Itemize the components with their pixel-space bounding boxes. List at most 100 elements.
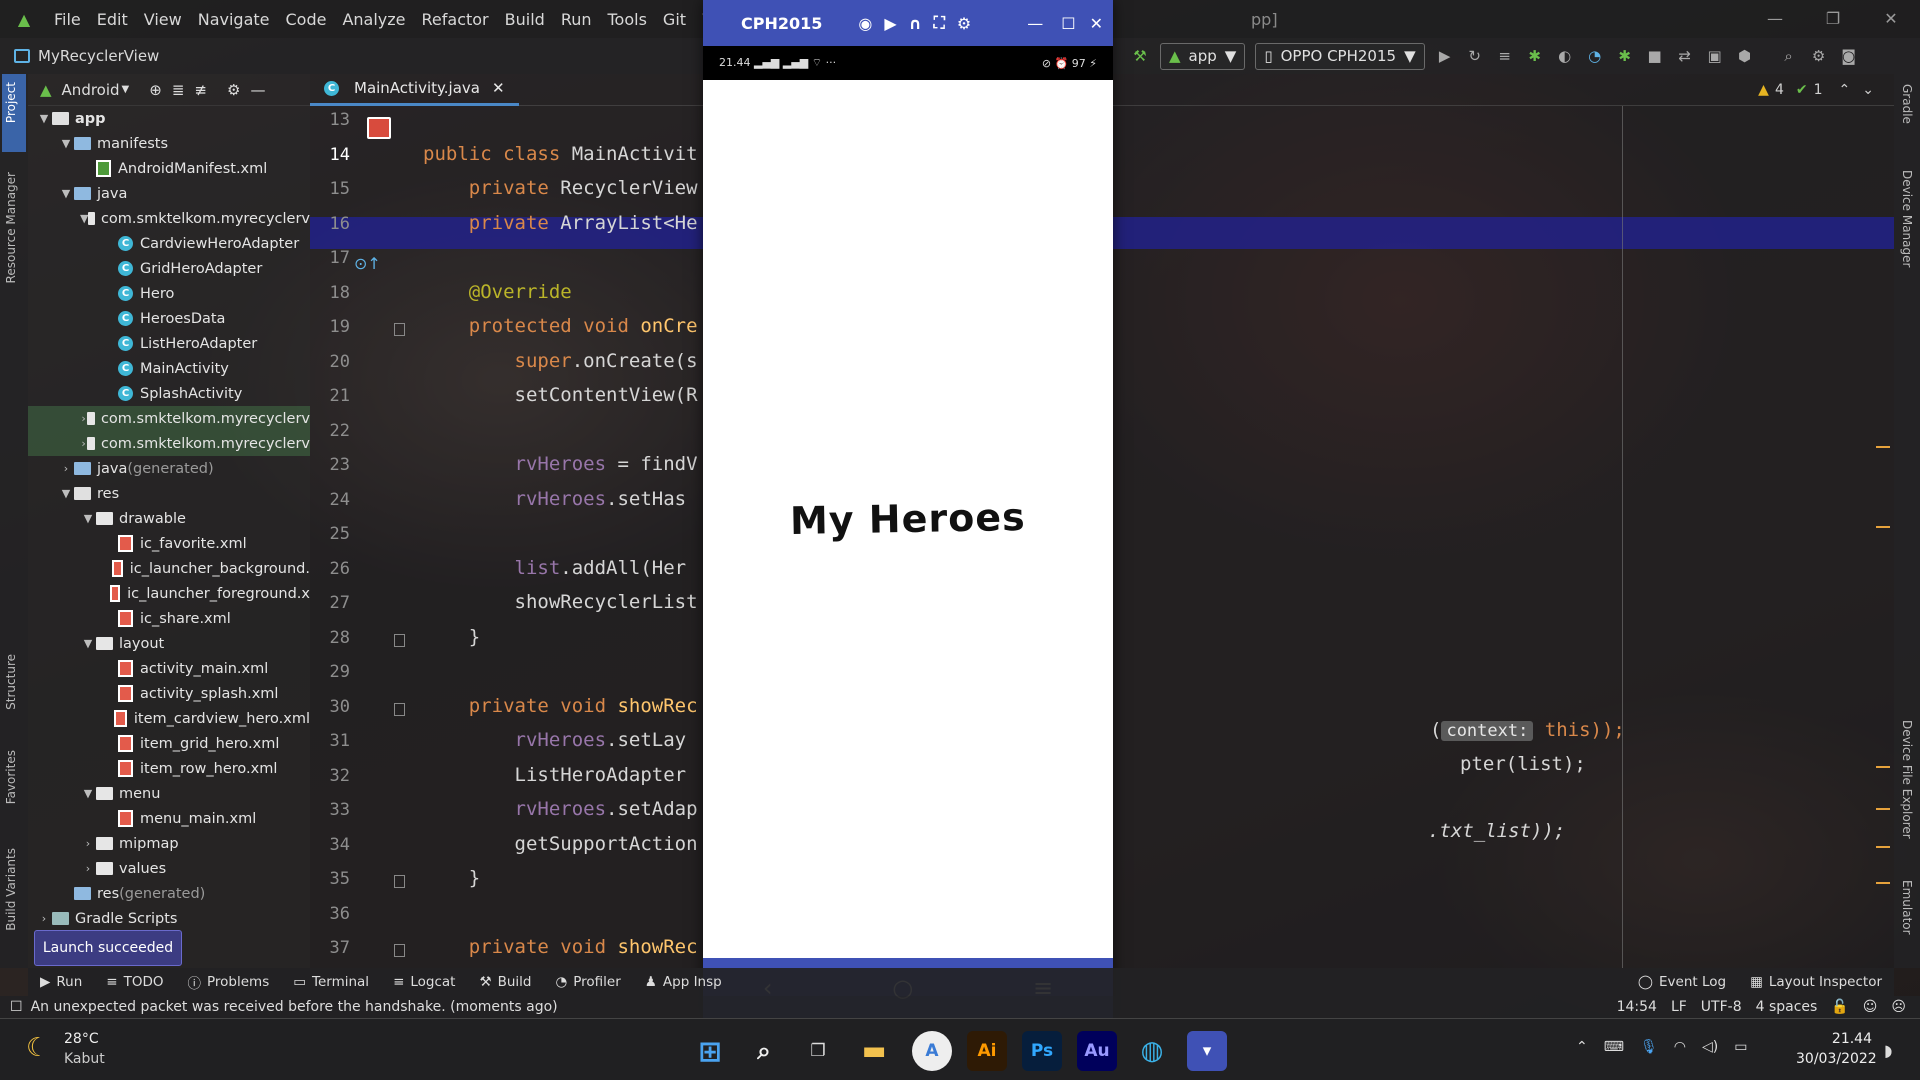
fold-marker-icon[interactable] — [394, 702, 405, 716]
chevron-up-icon[interactable]: ⌃ — [1576, 1039, 1588, 1055]
debug-icon[interactable]: ✱ — [1525, 46, 1545, 66]
build-variants-tab[interactable]: Build Variants — [4, 848, 18, 931]
emulator-tab[interactable]: Emulator — [1900, 880, 1914, 935]
expand-arrow-icon[interactable]: ▼ — [58, 137, 74, 150]
tool-tab[interactable]: ≡ TODO — [94, 972, 175, 992]
tree-item[interactable]: ▼ menu — [28, 781, 310, 806]
expand-arrow-icon[interactable]: › — [80, 837, 96, 850]
tree-item[interactable]: ▼ res — [28, 481, 310, 506]
expand-arrow-icon[interactable]: ▼ — [36, 112, 52, 125]
file-encoding[interactable]: UTF-8 — [1701, 999, 1742, 1015]
tree-item[interactable]: activity_main.xml — [28, 656, 310, 681]
stop-icon[interactable]: ■ — [1645, 46, 1665, 66]
chevron-up-icon[interactable]: ⌃ — [1839, 82, 1851, 98]
menu-item[interactable]: View — [136, 10, 190, 29]
run-icon[interactable]: ▶ — [1435, 46, 1455, 66]
tool-tab[interactable]: ⓘ Problems — [176, 972, 282, 992]
audition-icon[interactable]: Au — [1077, 1031, 1117, 1071]
close-icon[interactable]: ✕ — [492, 79, 505, 97]
apply-changes-icon[interactable]: ≡ — [1495, 46, 1515, 66]
menu-item[interactable]: Analyze — [334, 10, 413, 29]
tree-item[interactable]: C Hero — [28, 281, 310, 306]
layout-file-icon[interactable] — [367, 117, 391, 139]
fold-marker-icon[interactable] — [394, 944, 405, 957]
restore-icon[interactable]: ❐ — [1804, 0, 1862, 38]
battery-icon[interactable]: ▭ — [1734, 1039, 1747, 1055]
tree-item[interactable]: C MainActivity — [28, 356, 310, 381]
tool-tab[interactable]: ◯ Event Log — [1626, 974, 1738, 990]
tree-item[interactable]: ic_share.xml — [28, 606, 310, 631]
keyboard-icon[interactable]: ⌨ — [1604, 1039, 1624, 1055]
minimize-icon[interactable]: — — [1027, 14, 1043, 33]
start-icon[interactable]: ⊞ — [690, 1031, 730, 1071]
expand-arrow-icon[interactable]: › — [36, 912, 52, 925]
volume-icon[interactable]: ◁) — [1702, 1039, 1718, 1055]
fold-marker-icon[interactable] — [394, 633, 405, 647]
menu-item[interactable]: Navigate — [190, 10, 278, 29]
menu-item[interactable]: Edit — [89, 10, 136, 29]
rerun-icon[interactable]: ↻ — [1465, 46, 1485, 66]
resource-manager-tab[interactable]: Resource Manager — [4, 172, 18, 283]
tree-item[interactable]: C HeroesData — [28, 306, 310, 331]
expand-arrow-icon[interactable]: ▼ — [58, 187, 74, 200]
menu-item[interactable]: Tools — [600, 10, 655, 29]
hammer-icon[interactable]: ⚒ — [1130, 46, 1150, 66]
edge-icon[interactable]: ◍ — [1132, 1031, 1172, 1071]
gradle-tab[interactable]: Gradle — [1900, 84, 1914, 124]
override-icon[interactable]: ⊙↑ — [354, 254, 381, 273]
gear-icon[interactable]: ⚙ — [227, 81, 240, 99]
tree-item[interactable]: › com.smktelkom.myrecyclerv — [28, 406, 310, 431]
device-manager-icon[interactable]: ▣ — [1705, 46, 1725, 66]
tree-item[interactable]: › mipmap — [28, 831, 310, 856]
panel-toggle-icon[interactable]: ☐ — [10, 999, 23, 1015]
wifi-icon[interactable]: ◠ — [1674, 1039, 1686, 1055]
fullscreen-icon[interactable]: ⛶ — [934, 13, 945, 33]
illustrator-icon[interactable]: Ai — [967, 1031, 1007, 1071]
tree-item[interactable]: ▼ java — [28, 181, 310, 206]
android-studio-taskbar-icon[interactable]: A — [912, 1031, 952, 1071]
locate-icon[interactable]: ⊕ — [149, 81, 162, 99]
tree-item[interactable]: item_grid_hero.xml — [28, 731, 310, 756]
notification-icon[interactable]: ◗ — [1884, 1041, 1892, 1060]
device-manager-tab[interactable]: Device Manager — [1900, 170, 1914, 267]
tool-tab[interactable]: ◔ Profiler — [543, 972, 632, 992]
line-separator[interactable]: LF — [1671, 999, 1687, 1015]
run-config-select[interactable]: ▲ app ▼ — [1160, 42, 1246, 70]
status-message[interactable]: An unexpected packet was received before… — [31, 999, 558, 1015]
tree-item[interactable]: item_cardview_hero.xml — [28, 706, 310, 731]
menu-item[interactable]: Refactor — [414, 10, 497, 29]
weather-desc[interactable]: Kabut — [64, 1051, 105, 1067]
search-icon[interactable]: ⌕ — [1779, 46, 1799, 66]
search-icon[interactable]: ⌕ — [744, 1031, 784, 1071]
clock-date[interactable]: 30/03/2022 — [1796, 1051, 1877, 1067]
tool-tab[interactable]: ▦ Layout Inspector — [1738, 974, 1894, 990]
tool-tab[interactable]: ≡ Logcat — [381, 972, 467, 992]
indent-setting[interactable]: 4 spaces — [1756, 999, 1818, 1015]
device-file-explorer-tab[interactable]: Device File Explorer — [1900, 720, 1914, 839]
project-view-select[interactable]: Android — [62, 81, 120, 99]
expand-all-icon[interactable]: ≣ — [172, 81, 185, 99]
caret-position[interactable]: 14:54 — [1617, 999, 1657, 1015]
tree-item[interactable]: C CardviewHeroAdapter — [28, 231, 310, 256]
menu-item[interactable]: File — [46, 10, 89, 29]
chevron-down-icon[interactable]: ⌄ — [1862, 82, 1874, 98]
tree-item[interactable]: ic_launcher_foreground.x — [28, 581, 310, 606]
smile-icon[interactable]: ☺ — [1863, 999, 1878, 1015]
video-icon[interactable]: ▶ — [884, 14, 896, 33]
file-explorer-icon[interactable]: ▬ — [854, 1031, 894, 1071]
tree-item[interactable]: › values — [28, 856, 310, 881]
expand-arrow-icon[interactable]: ▼ — [58, 487, 74, 500]
headset-icon[interactable]: ∩ — [909, 14, 922, 33]
tool-tab[interactable]: ⚒ Build — [467, 972, 543, 992]
tree-item[interactable]: ▼ layout — [28, 631, 310, 656]
fold-marker-icon[interactable] — [394, 875, 405, 888]
collapse-all-icon[interactable]: ≢ — [194, 81, 207, 99]
structure-tab[interactable]: Structure — [4, 654, 18, 710]
tree-item[interactable]: ▼ manifests — [28, 131, 310, 156]
gear-icon[interactable]: ⚙ — [1809, 46, 1829, 66]
emulator-taskbar-icon[interactable]: ▾ — [1187, 1031, 1227, 1071]
tab-main-activity[interactable]: C MainActivity.java ✕ — [310, 74, 519, 106]
expand-arrow-icon[interactable]: ▼ — [80, 787, 96, 800]
close-icon[interactable]: ✕ — [1862, 0, 1920, 38]
tree-item[interactable]: › com.smktelkom.myrecyclerv — [28, 431, 310, 456]
